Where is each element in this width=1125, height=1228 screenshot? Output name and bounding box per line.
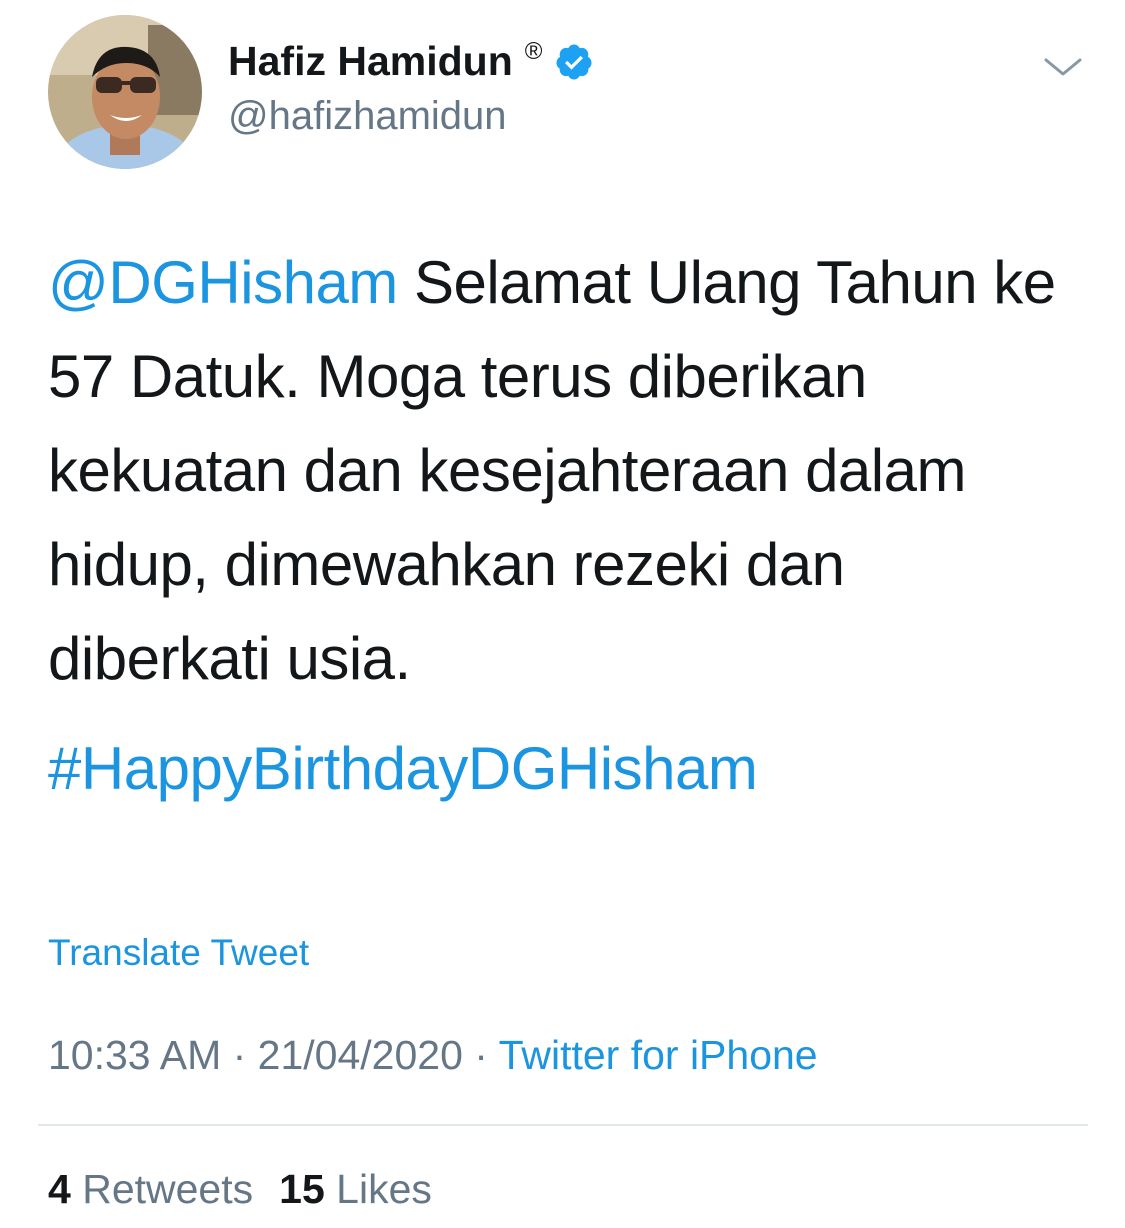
meta-separator: · [462, 1032, 499, 1078]
tweet-time: 10:33 AM [48, 1032, 222, 1078]
retweets-stat[interactable]: 4 Retweets [48, 1166, 253, 1212]
tweet-text: @DGHisham Selamat Ulang Tahun ke 57 Datu… [48, 236, 1078, 706]
likes-stat[interactable]: 15 Likes [279, 1166, 432, 1212]
author-handle[interactable]: @hafizhamidun [228, 94, 507, 139]
verified-badge-icon [556, 44, 592, 79]
profile-photo [48, 15, 202, 169]
likes-label: Likes [336, 1166, 432, 1212]
divider [38, 1124, 1088, 1126]
tweet-date: 21/04/2020 [257, 1032, 463, 1078]
tweet-meta: 10:33 AM · 21/04/2020 · Twitter for iPho… [48, 1032, 818, 1079]
author-display-name[interactable]: Hafiz Hamidun [228, 38, 513, 85]
mention-link[interactable]: @DGHisham [48, 249, 398, 316]
retweets-label: Retweets [82, 1166, 254, 1212]
author-name-row[interactable]: Hafiz Hamidun ® [228, 38, 594, 85]
hashtag-link[interactable]: #HappyBirthdayDGHisham [48, 722, 758, 816]
tweet-stats: 4 Retweets 15 Likes [48, 1166, 432, 1213]
meta-separator: · [221, 1032, 258, 1078]
chevron-down-icon[interactable] [1040, 52, 1086, 82]
translate-tweet-link[interactable]: Translate Tweet [48, 932, 309, 974]
registered-mark: ® [524, 37, 543, 65]
likes-count: 15 [279, 1166, 325, 1212]
avatar[interactable] [48, 15, 202, 169]
tweet-source-link[interactable]: Twitter for iPhone [499, 1032, 818, 1078]
retweets-count: 4 [48, 1166, 71, 1212]
